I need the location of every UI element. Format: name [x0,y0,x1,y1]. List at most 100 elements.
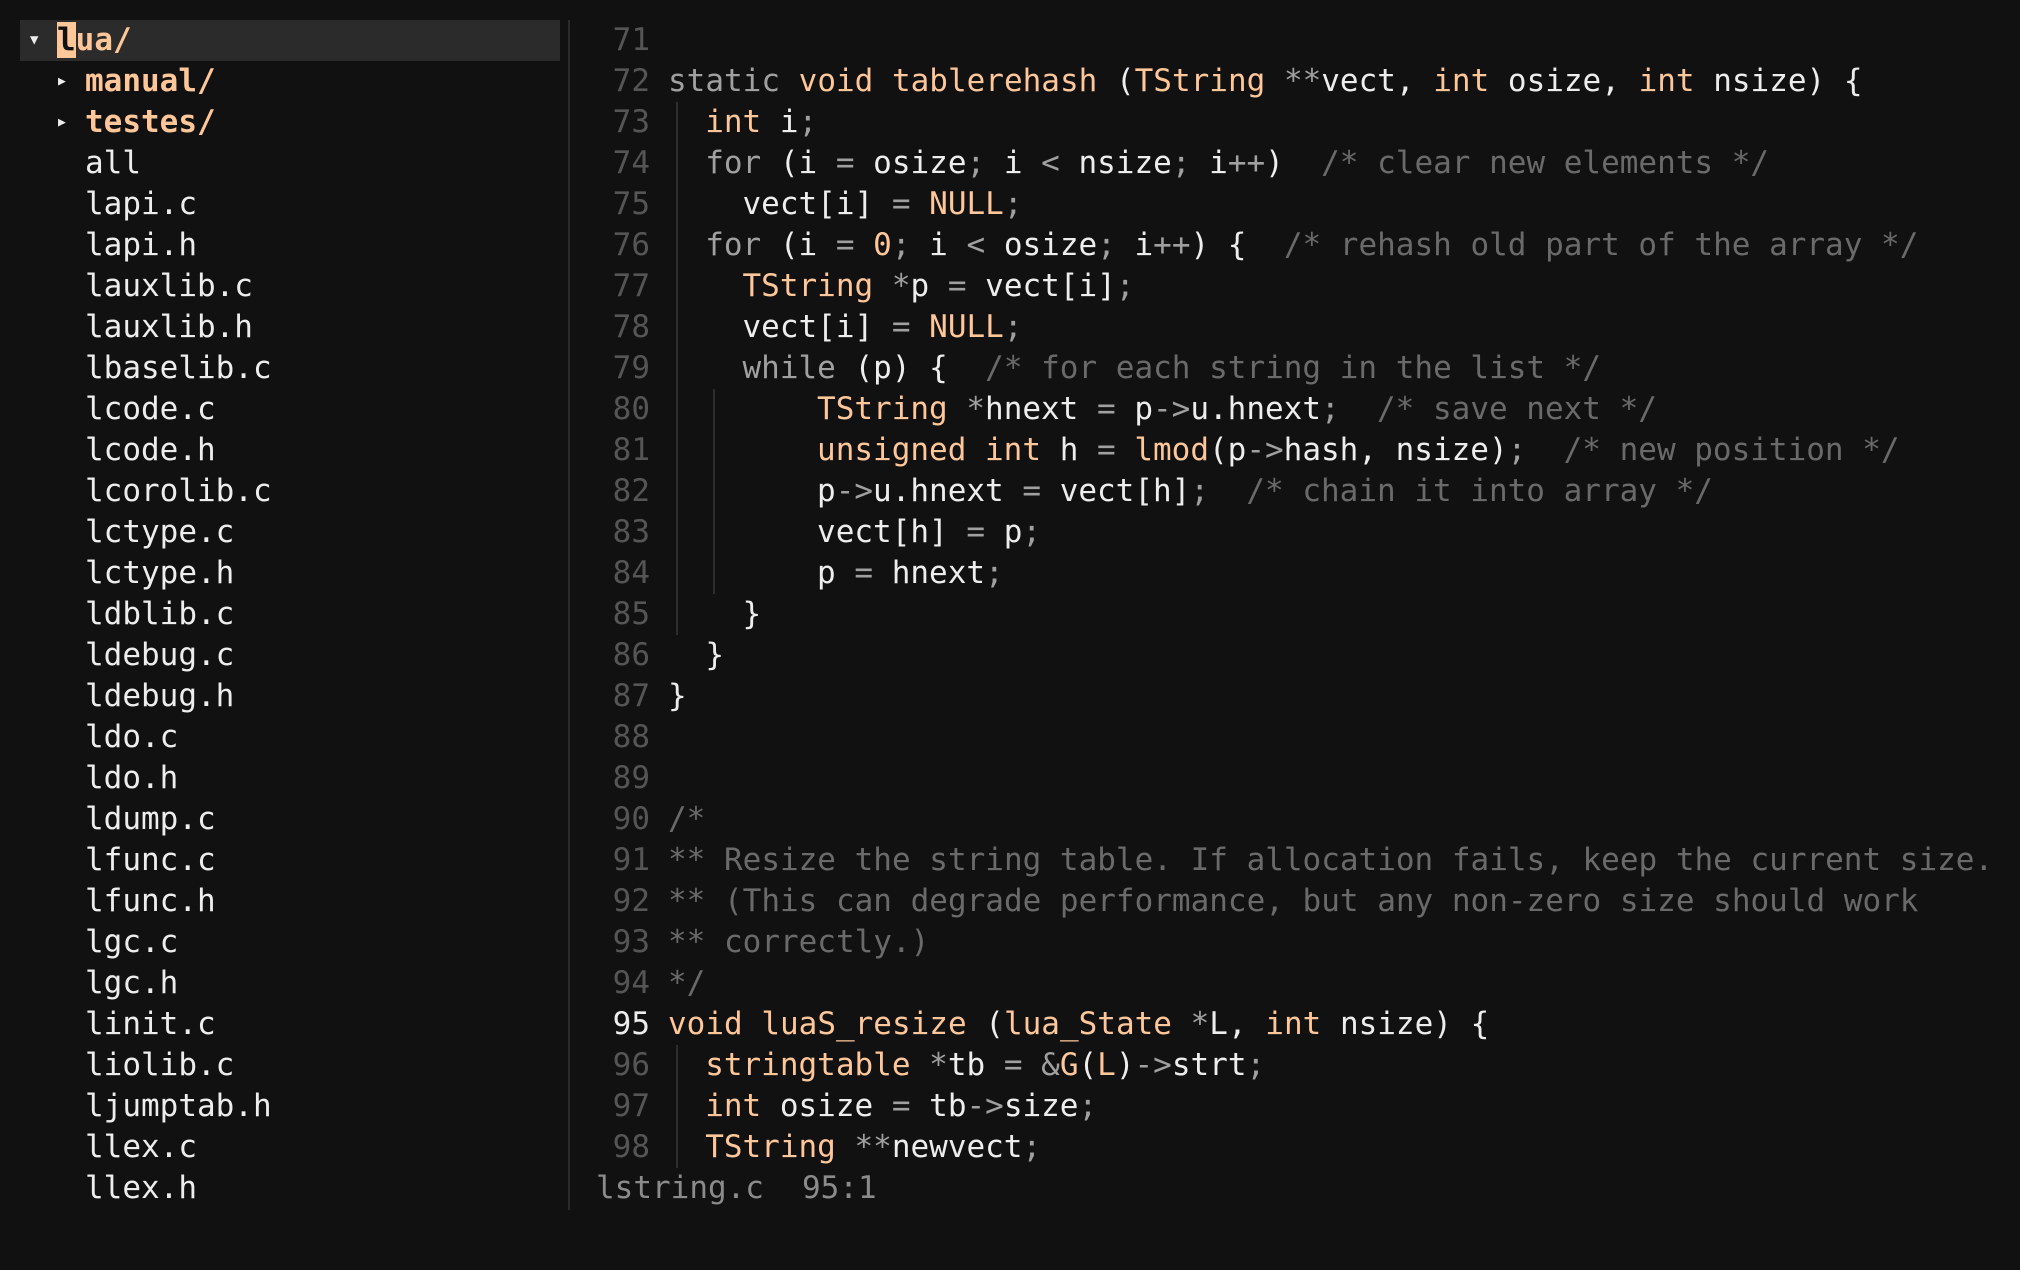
code-line[interactable]: 92 ** (This can degrade performance, but … [580,881,2010,922]
code-line[interactable]: 77 TString *p = vect[i]; [580,266,2010,307]
tree-file-item[interactable]: ljumptab.h [20,1086,560,1127]
tree-file-item[interactable]: lcorolib.c [20,471,560,512]
code-token: ** [854,1129,892,1165]
code-line[interactable]: 90 /* [580,799,2010,840]
code-line[interactable]: 88 [580,717,2010,758]
indent-guide [676,1086,678,1127]
code-line[interactable]: 93 ** correctly.) [580,922,2010,963]
tree-folder-item[interactable]: ▼ lua/ [20,20,560,61]
tree-file-item[interactable]: llex.c [20,1127,560,1168]
code-line[interactable]: 75 vect[i] = NULL; [580,184,2010,225]
indent-guide [676,102,678,143]
line-number: 98 [612,1129,650,1165]
line-number: 84 [612,555,650,591]
code-text: p->u.hnext = vect[h]; /* chain it into a… [742,471,1713,512]
code-line[interactable]: 83 vect[h] = p; [580,512,2010,553]
code-line[interactable]: 79 while (p) { /* for each string in the… [580,348,2010,389]
file-tree-panel: ▼ lua/▶ manual/▶ testes/all lapi.c lapi.h laux… [20,20,560,1210]
code-token: ) [1115,1047,1135,1083]
tree-file-item[interactable]: lcode.h [20,430,560,471]
code-line[interactable]: 76 for (i = 0; i < osize; i++) { /* rehas… [580,225,2010,266]
tree-file-item[interactable]: lgc.c [20,922,560,963]
code-line[interactable]: 84 p = hnext; [580,553,2010,594]
code-token: -> [835,473,874,509]
indent-guide [713,553,716,594]
tree-file-item[interactable]: ldo.h [20,758,560,799]
code-line[interactable]: 74 for (i = osize; i < nsize; i++) /* cle… [580,143,2010,184]
code-line[interactable]: 91 ** Resize the string table. If allocat… [580,840,2010,881]
caret-down-icon[interactable]: ▼ [30,20,38,61]
code-line[interactable]: 87} [580,676,2010,717]
code-token: /* rehash old part of the array */ [1283,227,1919,263]
caret-right-icon[interactable]: ▶ [58,61,66,102]
code-line[interactable]: 85 } [580,594,2010,635]
code-token: lmod [1134,432,1209,468]
code-line[interactable]: 71 [580,20,2010,61]
tree-file-item[interactable]: lbaselib.c [20,348,560,389]
code-line[interactable]: 86 } [580,635,2010,676]
tree-folder-item[interactable]: ▶ testes/ [20,102,560,143]
code-line[interactable]: 97 int osize = tb->size; [580,1086,2010,1127]
code-token: -> [1153,391,1191,427]
code-token: L, [1209,1006,1266,1042]
code-token: * [891,268,911,304]
tree-file-item[interactable]: ldump.c [20,799,560,840]
code-text: vect[i] = NULL; [705,184,1023,225]
code-token: */ [668,965,706,1001]
code-line[interactable]: 73 int i; [580,102,2010,143]
code-line[interactable]: 94 */ [580,963,2010,1004]
tree-item-label: lauxlib.h [85,309,253,345]
code-line[interactable]: 72 static void tablerehash (TString **vec… [580,61,2010,102]
code-line[interactable]: 81 unsigned int h = lmod(p->hash, nsize)… [580,430,2010,471]
line-number: 89 [612,760,650,796]
code-text: int osize = tb->size; [705,1086,1097,1127]
code-text: p = hnext; [742,553,1004,594]
tree-file-item[interactable]: ldebug.h [20,676,560,717]
indent-guide [676,143,678,184]
tree-item-label: lgc.c [85,924,179,960]
code-line[interactable]: 95 void luaS_resize (lua_State *L, int ns… [580,1004,2010,1045]
tree-file-item[interactable]: liolib.c [20,1045,560,1086]
tree-file-item[interactable]: lgc.h [20,963,560,1004]
code-token: ; [1115,268,1135,304]
tree-file-item[interactable]: all [20,143,560,184]
code-token: /* clear new elements */ [1321,145,1770,181]
line-number: 91 [612,842,650,878]
line-number: 71 [612,22,650,58]
code-line[interactable]: 89 [580,758,2010,799]
tree-file-item[interactable]: ldebug.c [20,635,560,676]
tree-file-item[interactable]: llex.h [20,1168,560,1209]
code-token: p [910,268,948,304]
tree-file-item[interactable]: lapi.c [20,184,560,225]
tree-file-item[interactable]: lapi.h [20,225,560,266]
code-text: TString **newvect; [705,1127,1041,1168]
code-line[interactable]: 82 p->u.hnext = vect[h]; /* chain it int… [580,471,2010,512]
caret-right-icon[interactable]: ▶ [58,102,66,143]
panel-divider[interactable] [568,20,570,1210]
tree-file-item[interactable]: lfunc.h [20,881,560,922]
tree-file-item[interactable]: lauxlib.h [20,307,560,348]
line-number: 87 [612,678,650,714]
tree-file-item[interactable]: ldblib.c [20,594,560,635]
code-token: ) [1265,145,1322,181]
tree-file-item[interactable]: lcode.c [20,389,560,430]
code-editor[interactable]: 71 72 static void tablerehash (TString **v… [580,20,2010,1170]
tree-file-item[interactable]: lfunc.c [20,840,560,881]
code-line[interactable]: 80 TString *hnext = p->u.hnext; /* save … [580,389,2010,430]
code-token: ; [1171,145,1210,181]
code-token: G [1059,1047,1079,1083]
code-token: ++ [1227,145,1266,181]
tree-folder-item[interactable]: ▶ manual/ [20,61,560,102]
tree-item-label: lfunc.c [85,842,216,878]
code-token: hash, nsize) [1283,432,1508,468]
tree-file-item[interactable]: lctype.c [20,512,560,553]
code-line[interactable]: 98 TString **newvect; [580,1127,2010,1168]
tree-file-item[interactable]: lauxlib.c [20,266,560,307]
tree-file-item[interactable]: ldo.c [20,717,560,758]
indent-guide [676,512,678,553]
tree-file-item[interactable]: linit.c [20,1004,560,1045]
code-line[interactable]: 96 stringtable *tb = &G(L)->strt; [580,1045,2010,1086]
code-text: vect[h] = p; [742,512,1041,553]
tree-file-item[interactable]: lctype.h [20,553,560,594]
code-line[interactable]: 78 vect[i] = NULL; [580,307,2010,348]
